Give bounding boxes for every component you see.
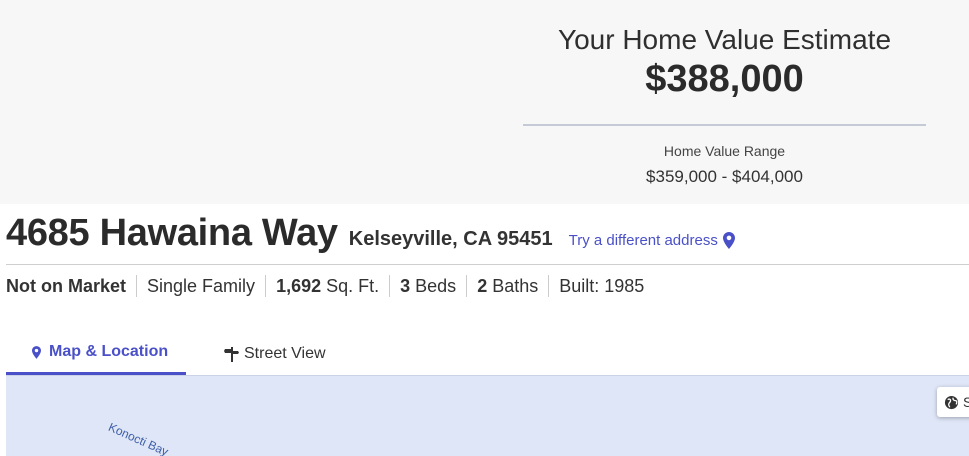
estimate-divider xyxy=(523,124,926,126)
estimate-heading: Your Home Value Estimate xyxy=(557,24,892,55)
address-row: 4685 Hawaina Way Kelseyville, CA 95451 T… xyxy=(6,212,735,258)
year-built: Built: 1985 xyxy=(548,275,654,297)
market-status: Not on Market xyxy=(6,276,127,296)
address-divider xyxy=(6,264,969,265)
map-pin-icon xyxy=(32,345,41,359)
estimate-value: $388,000 xyxy=(645,58,804,100)
tab-street-view-label[interactable]: Street View xyxy=(244,345,326,363)
street-address: 4685 Hawaina Way xyxy=(6,212,338,254)
square-footage: 1,692 Sq. Ft. xyxy=(265,275,389,297)
signpost-icon xyxy=(224,346,239,362)
bathrooms: 2 Baths xyxy=(466,275,548,297)
property-facts: Not on Market Single Family 1,692 Sq. Ft… xyxy=(6,274,654,298)
beds-value: 3 xyxy=(400,276,411,296)
map-view[interactable]: Konocti Bay S xyxy=(6,375,969,456)
map-pin-icon xyxy=(722,232,735,249)
property-tabs: Map & Location Street View xyxy=(6,332,969,375)
range-label: Home Value Range xyxy=(663,143,786,159)
baths-value: 2 xyxy=(477,276,488,296)
baths-unit: Baths xyxy=(487,276,539,296)
property-type: Single Family xyxy=(136,275,265,297)
globe-icon xyxy=(944,395,959,409)
estimate-card: Your Home Value Estimate $388,000 Home V… xyxy=(523,24,926,188)
tab-map-location-label[interactable]: Map & Location xyxy=(49,343,168,361)
sqft-value: 1,692 xyxy=(276,276,322,296)
beds-unit: Beds xyxy=(410,276,457,296)
map-satellite-toggle[interactable]: S xyxy=(937,387,969,417)
map-road-label: Konocti Bay xyxy=(106,420,171,456)
different-address-link[interactable]: Try a different address xyxy=(569,232,735,249)
estimate-band: Your Home Value Estimate $388,000 Home V… xyxy=(0,0,969,204)
map-satellite-label[interactable]: S xyxy=(963,394,969,410)
range-value: $359,000 - $404,000 xyxy=(646,167,803,186)
tab-street-view[interactable]: Street View xyxy=(186,332,326,375)
bedrooms: 3 Beds xyxy=(389,275,466,297)
sqft-unit: Sq. Ft. xyxy=(321,276,380,296)
city-state-zip: Kelseyville, CA 95451 xyxy=(348,228,553,250)
different-address-label[interactable]: Try a different address xyxy=(569,232,718,249)
tab-map-location[interactable]: Map & Location xyxy=(6,332,186,375)
